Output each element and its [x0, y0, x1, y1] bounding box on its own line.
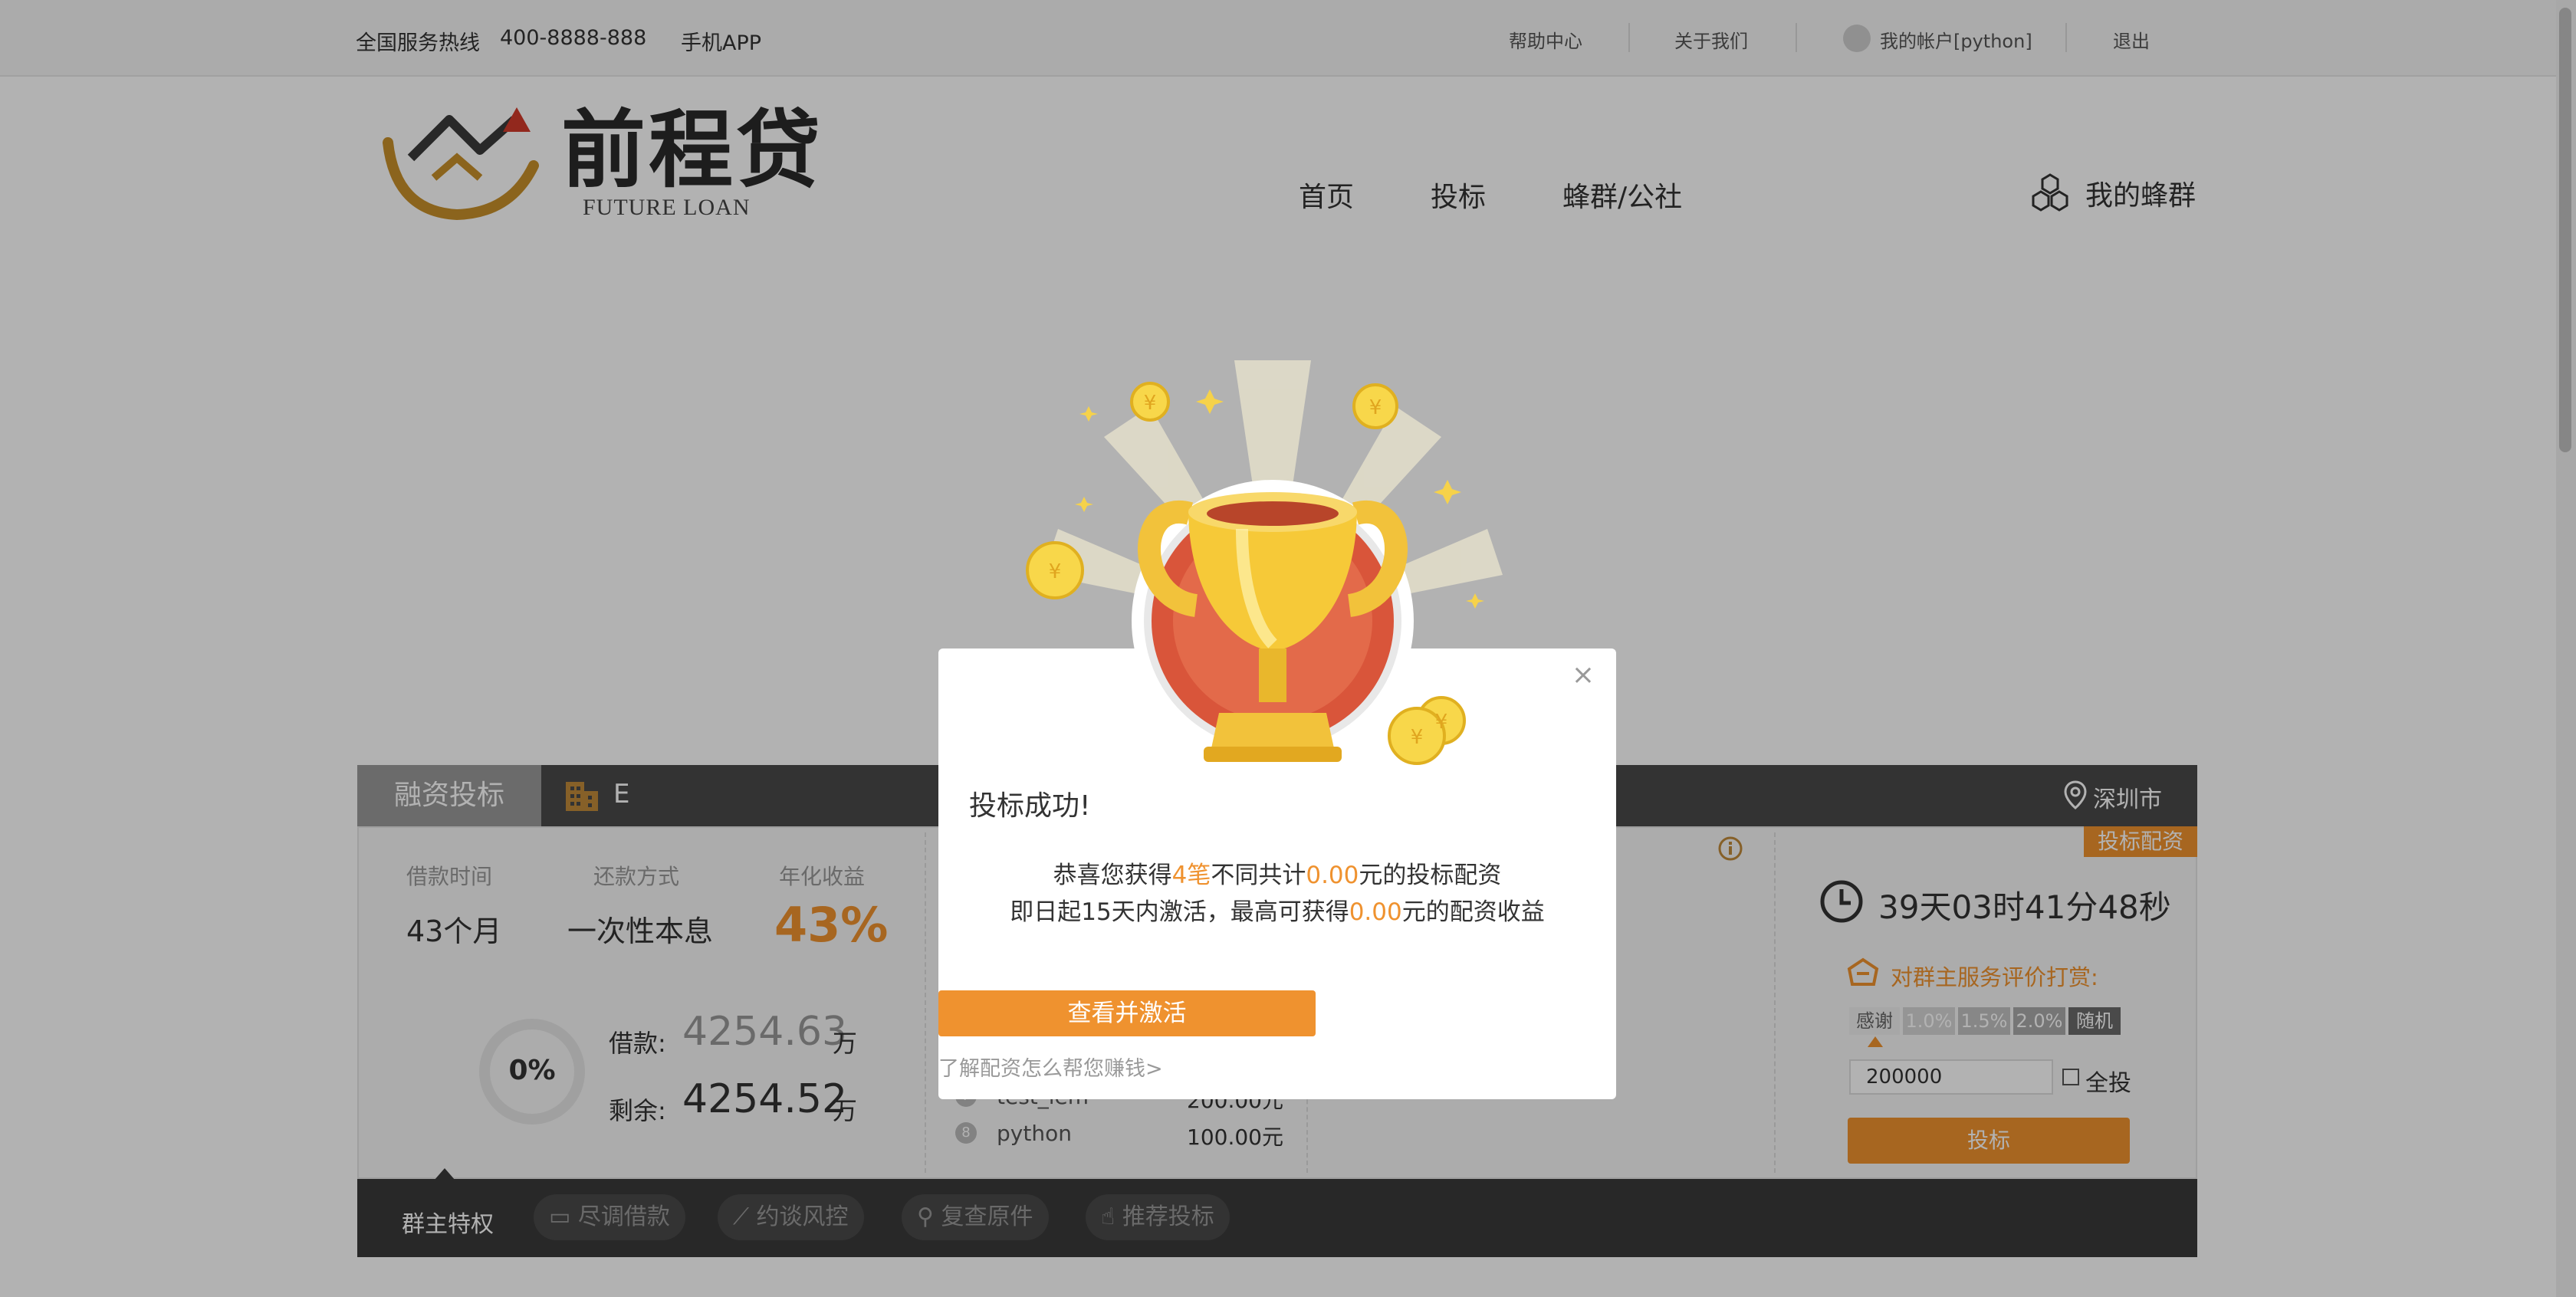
bid-count: 4笔 — [1171, 862, 1211, 889]
svg-text:¥: ¥ — [1144, 392, 1157, 415]
svg-text:¥: ¥ — [1369, 396, 1382, 419]
view-and-activate-button[interactable]: 查看并激活 — [938, 990, 1316, 1036]
text: 不同共计 — [1211, 862, 1306, 889]
max-earnings: 0.00 — [1349, 898, 1402, 926]
text: 恭喜您获得 — [1053, 862, 1172, 889]
trophy-illustration: ¥ ¥ ¥ ¥ ¥ — [1026, 360, 1503, 765]
svg-text:¥: ¥ — [1435, 711, 1448, 734]
text: 元的配资收益 — [1401, 898, 1545, 926]
modal-line-1: 恭喜您获得4笔不同共计0.00元的投标配资 — [938, 855, 1616, 890]
text: 即日起15天内激活，最高可获得 — [1010, 898, 1349, 926]
learn-funding-link[interactable]: 了解配资怎么帮您赚钱> — [938, 1052, 1163, 1082]
funding-amount: 0.00 — [1306, 862, 1359, 889]
modal-line-2: 即日起15天内激活，最高可获得0.00元的配资收益 — [938, 892, 1616, 927]
svg-text:¥: ¥ — [1411, 726, 1424, 749]
svg-text:¥: ¥ — [1049, 560, 1062, 583]
text: 元的投标配资 — [1359, 862, 1502, 889]
modal-close-button[interactable]: × — [1572, 659, 1595, 691]
